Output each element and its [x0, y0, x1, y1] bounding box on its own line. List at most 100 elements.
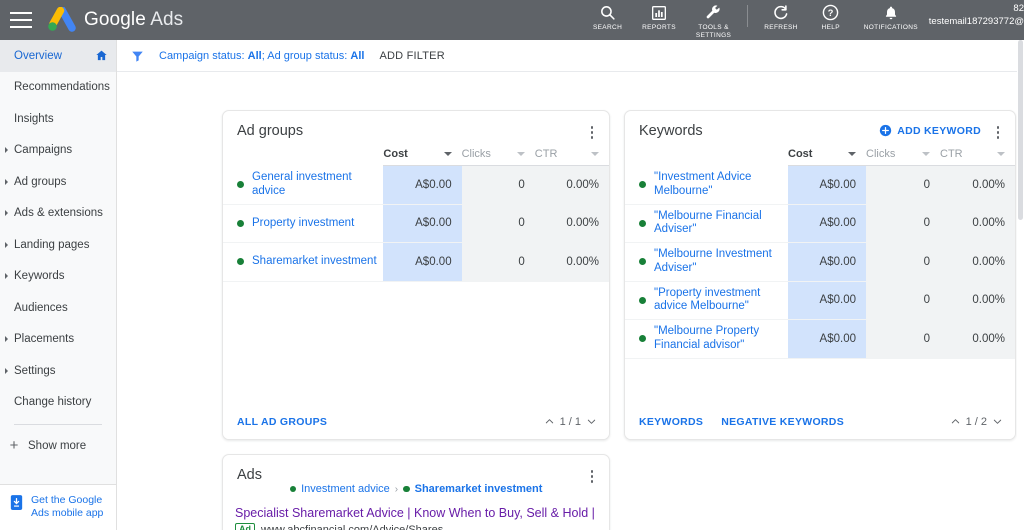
- expand-arrow-icon: [5, 367, 8, 374]
- column-header-ctr[interactable]: CTR: [940, 145, 1015, 166]
- add-filter-button[interactable]: ADD FILTER: [379, 50, 444, 62]
- refresh-button[interactable]: REFRESH: [754, 0, 808, 32]
- sort-caret-icon[interactable]: [848, 152, 856, 156]
- sidebar-item-keywords[interactable]: Keywords: [0, 261, 116, 293]
- cell-cost: A$0.00: [788, 242, 866, 282]
- account-info[interactable]: 82 testemail187293772@: [928, 0, 1024, 28]
- sidebar-item-placements[interactable]: Placements: [0, 324, 116, 356]
- keywords-link[interactable]: KEYWORDS: [639, 416, 703, 428]
- sidebar-item-label: Placements: [14, 333, 75, 346]
- add-keyword-button[interactable]: ADD KEYWORD: [879, 124, 981, 137]
- table-row[interactable]: Property investment A$0.00 0 0.00%: [223, 204, 609, 243]
- google-ads-logo[interactable]: Google Ads: [44, 7, 183, 33]
- sidebar-item-audiences[interactable]: Audiences: [0, 292, 116, 324]
- sidebar-item-change-history[interactable]: Change history: [0, 387, 116, 419]
- breadcrumb-adgroup[interactable]: Sharemarket investment: [415, 483, 543, 495]
- chevron-down-icon[interactable]: [586, 416, 597, 427]
- table-row[interactable]: "Investment Advice Melbourne" A$0.00 0 0.00…: [625, 165, 1015, 205]
- table-row[interactable]: General investment advice A$0.00 0 0.00%: [223, 165, 609, 205]
- ad-groups-page-label: 1 / 1: [559, 415, 581, 428]
- filter-bar: Campaign status: All; Ad group status: A…: [117, 40, 1024, 72]
- table-row[interactable]: "Property investment advice Melbourne" A$…: [625, 281, 1015, 320]
- status-dot: [639, 219, 646, 227]
- sort-caret-icon[interactable]: [922, 152, 930, 156]
- chevron-up-icon[interactable]: [950, 416, 961, 427]
- row-name-link[interactable]: Sharemarket investment: [252, 255, 377, 269]
- row-name-link[interactable]: General investment advice: [252, 171, 377, 198]
- row-name-link[interactable]: "Melbourne Investment Adviser": [654, 248, 782, 275]
- sidebar-item-landing-pages[interactable]: Landing pages: [0, 229, 116, 261]
- help-button[interactable]: ? HELP: [808, 0, 854, 32]
- column-header-clicks[interactable]: Clicks: [461, 145, 535, 166]
- filter-chip-status[interactable]: Campaign status: All; Ad group status: A…: [159, 50, 364, 62]
- sort-caret-icon[interactable]: [516, 152, 525, 156]
- table-row[interactable]: "Melbourne Property Financial advisor" A$…: [625, 319, 1015, 359]
- column-header-cost[interactable]: Cost: [383, 145, 462, 166]
- all-ad-groups-link[interactable]: ALL AD GROUPS: [237, 416, 327, 428]
- cell-ctr: 0.00%: [940, 319, 1015, 359]
- sort-caret-icon[interactable]: [443, 152, 452, 156]
- column-header-name: [625, 145, 788, 166]
- chevron-up-icon[interactable]: [544, 416, 555, 427]
- column-header-label: Cost: [788, 148, 813, 160]
- chevron-down-icon[interactable]: [992, 416, 1003, 427]
- sort-caret-icon[interactable]: [997, 152, 1005, 156]
- sidebar-item-label: Campaigns: [14, 144, 73, 157]
- show-more-label: Show more: [28, 440, 87, 452]
- refresh-icon: [772, 3, 789, 22]
- row-name-link[interactable]: "Property investment advice Melbourne": [654, 287, 782, 314]
- column-header-ctr[interactable]: CTR: [534, 145, 609, 166]
- column-header-cost[interactable]: Cost: [788, 145, 866, 166]
- row-name-link[interactable]: "Melbourne Property Financial advisor": [654, 325, 782, 352]
- cell-ctr: 0.00%: [940, 281, 1015, 320]
- funnel-icon[interactable]: [130, 49, 145, 63]
- sidebar-item-ads-extensions[interactable]: Ads & extensions: [0, 198, 116, 230]
- ads-kebab-menu-icon[interactable]: [585, 467, 599, 483]
- reports-button[interactable]: REPORTS: [632, 0, 686, 32]
- expand-arrow-icon: [5, 336, 8, 343]
- adgroup-status-value: All: [350, 49, 365, 62]
- scrollbar-thumb[interactable]: [1018, 40, 1023, 220]
- tools-settings-button[interactable]: TOOLS & SETTINGS: [686, 0, 741, 40]
- sidebar-show-more-button[interactable]: + Show more: [0, 431, 116, 461]
- breadcrumb-campaign[interactable]: Investment advice: [301, 483, 390, 495]
- notifications-button[interactable]: NOTIFICATIONS: [854, 0, 928, 32]
- adgroup-status-dot: [403, 485, 410, 493]
- sidebar-item-label: Ad groups: [14, 175, 67, 188]
- sidebar-item-recommendations[interactable]: Recommendations: [0, 72, 116, 104]
- ad-groups-card-footer: ALL AD GROUPS 1 / 1: [223, 403, 609, 439]
- row-name-link[interactable]: Property investment: [252, 217, 354, 231]
- adgroup-status-label: Ad group status:: [267, 49, 348, 62]
- ad-headline[interactable]: Specialist Sharemarket Advice | Know Whe…: [235, 505, 595, 521]
- cell-cost: A$0.00: [788, 204, 866, 243]
- keywords-table-body: "Investment Advice Melbourne" A$0.00 0 0.00…: [625, 165, 1015, 359]
- expand-arrow-icon: [5, 178, 8, 185]
- page-scrollbar[interactable]: [1017, 40, 1024, 530]
- brand-primary: Google: [84, 9, 146, 30]
- negative-keywords-link[interactable]: NEGATIVE KEYWORDS: [721, 416, 844, 428]
- sidebar-nav: Overview Recommendations Insights Campaigns…: [0, 40, 117, 530]
- keywords-kebab-menu-icon[interactable]: [991, 123, 1005, 139]
- topbar-actions: SEARCH REPORTS TOOLS & SETTINGS REFRESH …: [583, 0, 1024, 40]
- sort-caret-icon[interactable]: [591, 152, 599, 156]
- row-name-link[interactable]: "Melbourne Financial Adviser": [654, 210, 782, 237]
- sidebar-item-ad-groups[interactable]: Ad groups: [0, 166, 116, 198]
- table-row[interactable]: "Melbourne Financial Adviser" A$0.00 0 0.00…: [625, 204, 1015, 243]
- sidebar-item-settings[interactable]: Settings: [0, 355, 116, 387]
- sidebar-item-overview[interactable]: Overview: [0, 40, 116, 72]
- row-name-cell: "Melbourne Property Financial advisor": [625, 319, 788, 359]
- ad-groups-kebab-menu-icon[interactable]: [585, 123, 599, 139]
- table-row[interactable]: Sharemarket investment A$0.00 0 0.00%: [223, 242, 609, 282]
- hamburger-icon[interactable]: [10, 12, 32, 28]
- sidebar-item-insights[interactable]: Insights: [0, 103, 116, 135]
- row-name-link[interactable]: "Investment Advice Melbourne": [654, 171, 782, 198]
- expand-arrow-icon: [5, 273, 8, 280]
- sidebar-item-campaigns[interactable]: Campaigns: [0, 135, 116, 167]
- sidebar-item-list: Overview Recommendations Insights Campaigns…: [0, 40, 116, 418]
- table-row[interactable]: "Melbourne Investment Adviser" A$0.00 0 0.0…: [625, 242, 1015, 282]
- search-button[interactable]: SEARCH: [583, 0, 632, 32]
- mobile-app-promo[interactable]: Get the Google Ads mobile app: [0, 484, 116, 530]
- reports-label: REPORTS: [642, 24, 676, 31]
- keywords-card-footer: KEYWORDS NEGATIVE KEYWORDS 1 / 2: [625, 403, 1015, 439]
- column-header-clicks[interactable]: Clicks: [866, 145, 940, 166]
